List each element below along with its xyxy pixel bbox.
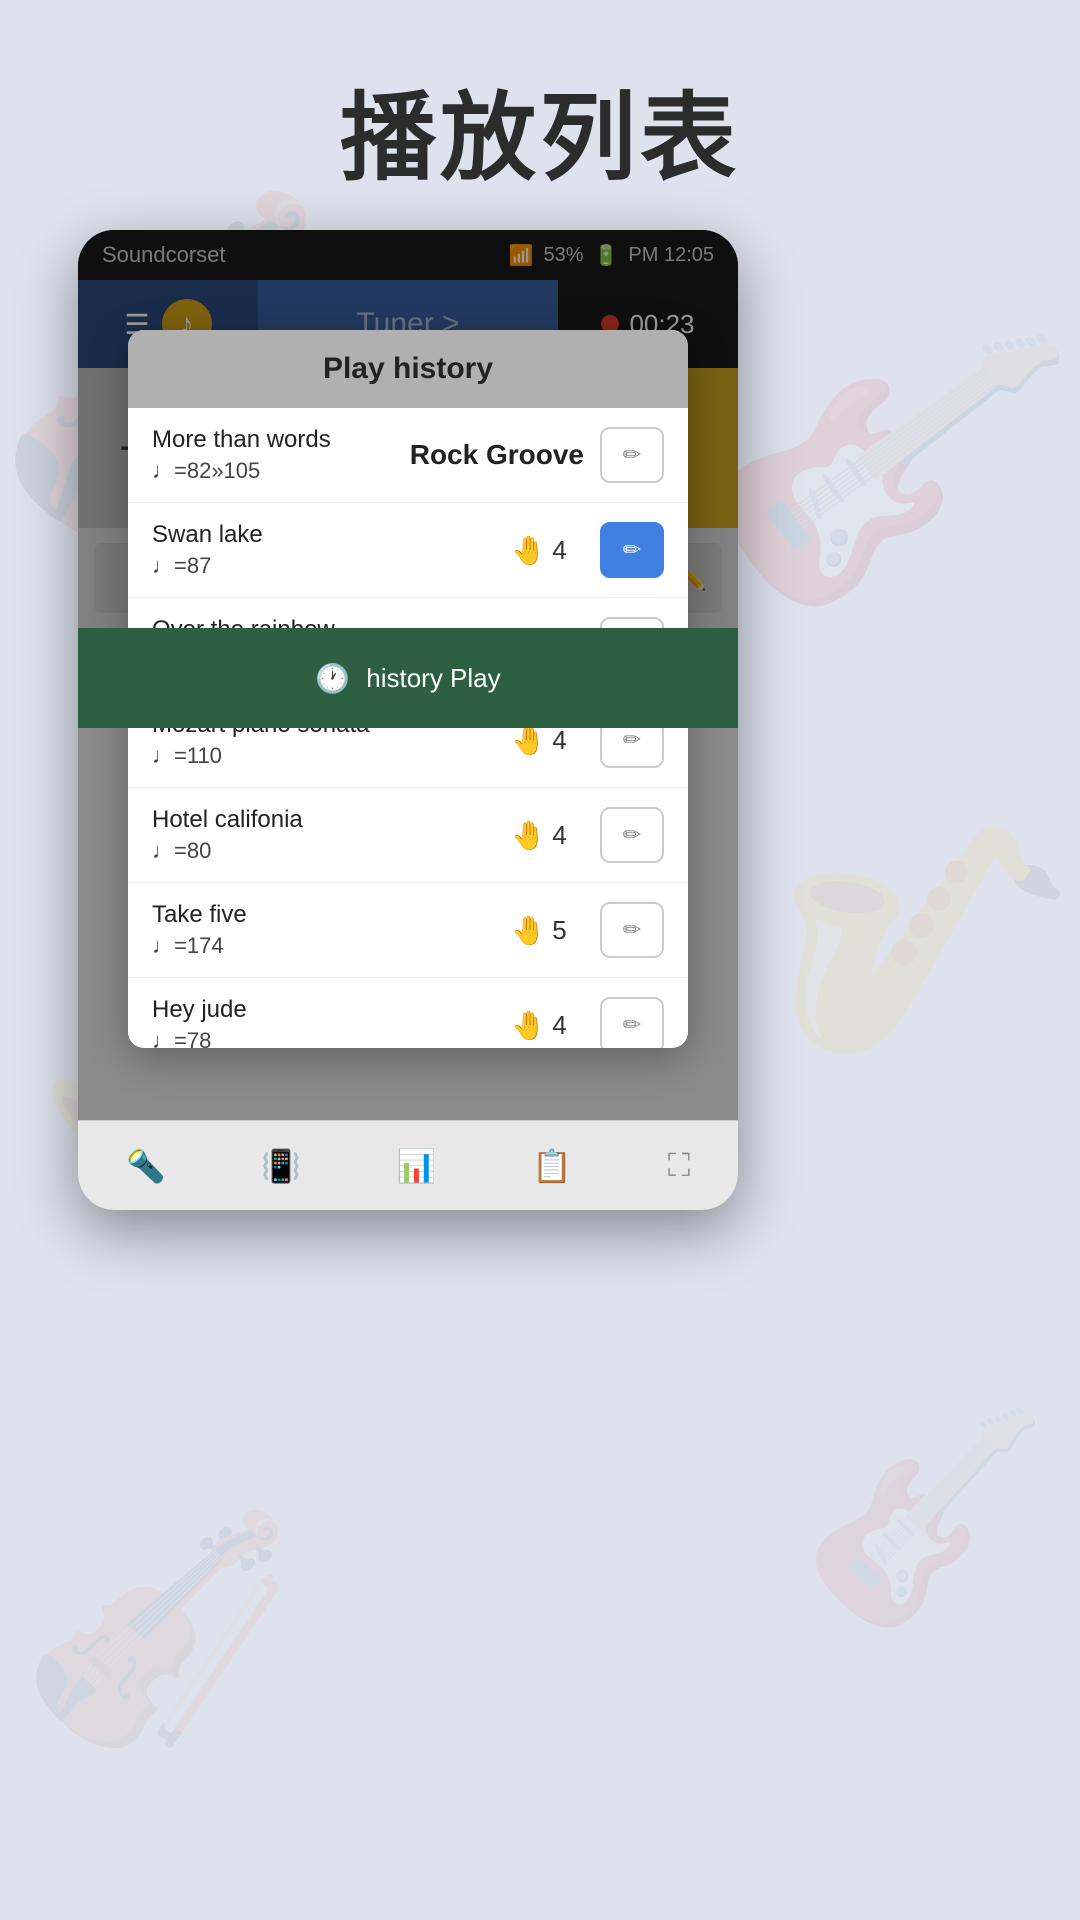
hand-icon-2: 🤚: [511, 534, 546, 567]
nav-vibrate[interactable]: 📳: [261, 1147, 301, 1185]
modal-body: More than words ♩=82»105 Rock Groove ✏ S…: [128, 408, 688, 1048]
pencil-icon-6: ✏: [623, 917, 641, 943]
edit-button-5[interactable]: ✏: [600, 807, 664, 863]
beat-info-2: 🤚 4: [494, 534, 584, 567]
song-bpm-7: ♩=78: [152, 1028, 478, 1048]
hand-icon-4: 🤚: [511, 724, 546, 757]
hand-icon-6: 🤚: [511, 914, 546, 947]
beat-info-4: 🤚 4: [494, 724, 584, 757]
modal-header: Play history: [128, 330, 688, 408]
song-details-2: Swan lake ♩=87: [152, 521, 478, 579]
beat-num-7: 4: [552, 1010, 566, 1041]
edit-button-7[interactable]: ✏: [600, 997, 664, 1048]
history-label: history Play: [366, 663, 500, 694]
nav-chart[interactable]: 📊: [397, 1147, 437, 1185]
beat-info-5: 🤚 4: [494, 819, 584, 852]
nav-clipboard[interactable]: 📋: [532, 1147, 572, 1185]
nav-flashlight[interactable]: 🔦: [126, 1147, 166, 1185]
nav-expand[interactable]: ⛶: [668, 1147, 690, 1185]
app-content: ☰ ♪ Tuner > 00:23 − +: [78, 280, 738, 1210]
hand-icon-5: 🤚: [511, 819, 546, 852]
beat-info-7: 🤚 4: [494, 1009, 584, 1042]
pencil-icon-2: ✏: [623, 537, 641, 563]
phone-frame: Soundcorset 📶 53% 🔋 PM 12:05 ☰ ♪ Tuner >…: [78, 230, 738, 1210]
song-details-5: Hotel califonia ♩=80: [152, 806, 478, 864]
history-item-6[interactable]: Take five ♩=174 🤚 5 ✏: [128, 883, 688, 978]
history-item-5[interactable]: Hotel califonia ♩=80 🤚 4 ✏: [128, 788, 688, 883]
song-bpm-5: ♩=80: [152, 838, 478, 864]
beat-info-6: 🤚 5: [494, 914, 584, 947]
flashlight-icon: 🔦: [126, 1147, 166, 1185]
song-bpm-4: ♩=110: [152, 743, 478, 769]
beat-num-6: 5: [552, 915, 566, 946]
song-details-7: Hey jude ♩=78: [152, 996, 478, 1048]
history-item-1[interactable]: More than words ♩=82»105 Rock Groove ✏: [128, 408, 688, 503]
pencil-icon-1: ✏: [623, 442, 641, 468]
song-title-5: Hotel califonia: [152, 806, 478, 834]
song-title-1: More than words: [152, 426, 394, 454]
song-title-7: Hey jude: [152, 996, 478, 1024]
song-bpm-6: ♩=174: [152, 933, 478, 959]
history-item-7[interactable]: Hey jude ♩=78 🤚 4 ✏: [128, 978, 688, 1048]
clipboard-icon: 📋: [532, 1147, 572, 1185]
song-bpm-2: ♩=87: [152, 553, 478, 579]
pencil-icon-5: ✏: [623, 822, 641, 848]
bottom-nav: 🔦 📳 📊 📋 ⛶: [78, 1120, 738, 1210]
song-bpm-1: ♩=82»105: [152, 458, 394, 484]
edit-button-2[interactable]: ✏: [600, 522, 664, 578]
pencil-icon-4: ✏: [623, 727, 641, 753]
edit-button-1[interactable]: ✏: [600, 427, 664, 483]
song-details-1: More than words ♩=82»105: [152, 426, 394, 484]
song-title-6: Take five: [152, 901, 478, 929]
song-genre-1: Rock Groove: [410, 439, 584, 471]
chart-icon: 📊: [397, 1147, 437, 1185]
beat-num-4: 4: [552, 725, 566, 756]
edit-button-6[interactable]: ✏: [600, 902, 664, 958]
history-clock-icon: 🕐: [315, 662, 350, 695]
song-details-6: Take five ♩=174: [152, 901, 478, 959]
history-item-2[interactable]: Swan lake ♩=87 🤚 4 ✏: [128, 503, 688, 598]
pencil-icon-7: ✏: [623, 1012, 641, 1038]
vibrate-icon: 📳: [261, 1147, 301, 1185]
page-title: 播放列表: [0, 0, 1080, 249]
beat-num-2: 4: [552, 535, 566, 566]
expand-icon: ⛶: [668, 1147, 690, 1185]
beat-num-5: 4: [552, 820, 566, 851]
hand-icon-7: 🤚: [511, 1009, 546, 1042]
song-title-2: Swan lake: [152, 521, 478, 549]
history-button[interactable]: 🕐 history Play: [78, 628, 738, 728]
modal-title: Play history: [323, 352, 493, 385]
